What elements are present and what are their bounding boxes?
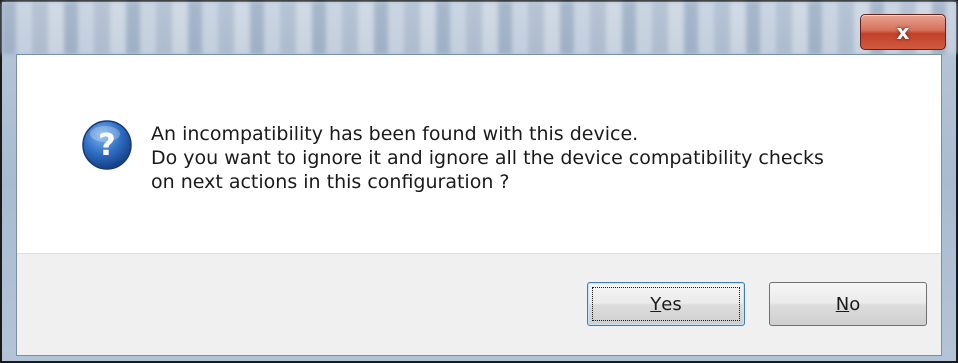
no-button[interactable]: No [769,282,927,326]
message-line: on next actions in this configuration ? [151,171,510,193]
dialog-message: An incompatibility has been found with t… [151,122,824,194]
close-icon: x [896,20,910,44]
svg-text:?: ? [98,128,115,163]
dialog-client-area: ? An incompatibility has been found with… [16,54,942,356]
no-mnemonic: N [835,293,850,315]
message-line: An incompatibility has been found with t… [151,123,639,145]
yes-button[interactable]: Yes [587,282,745,326]
focus-ring [592,287,740,321]
question-icon: ? [82,120,132,170]
dialog-window: x ? An incompatibility has been found wi… [0,0,958,363]
message-line: Do you want to ignore it and ignore all … [151,147,824,169]
close-button[interactable]: x [860,14,946,50]
title-bar[interactable] [2,2,956,54]
no-label-rest: o [849,293,861,315]
message-area: ? An incompatibility has been found with… [17,55,941,253]
button-bar: Yes No [17,253,941,355]
